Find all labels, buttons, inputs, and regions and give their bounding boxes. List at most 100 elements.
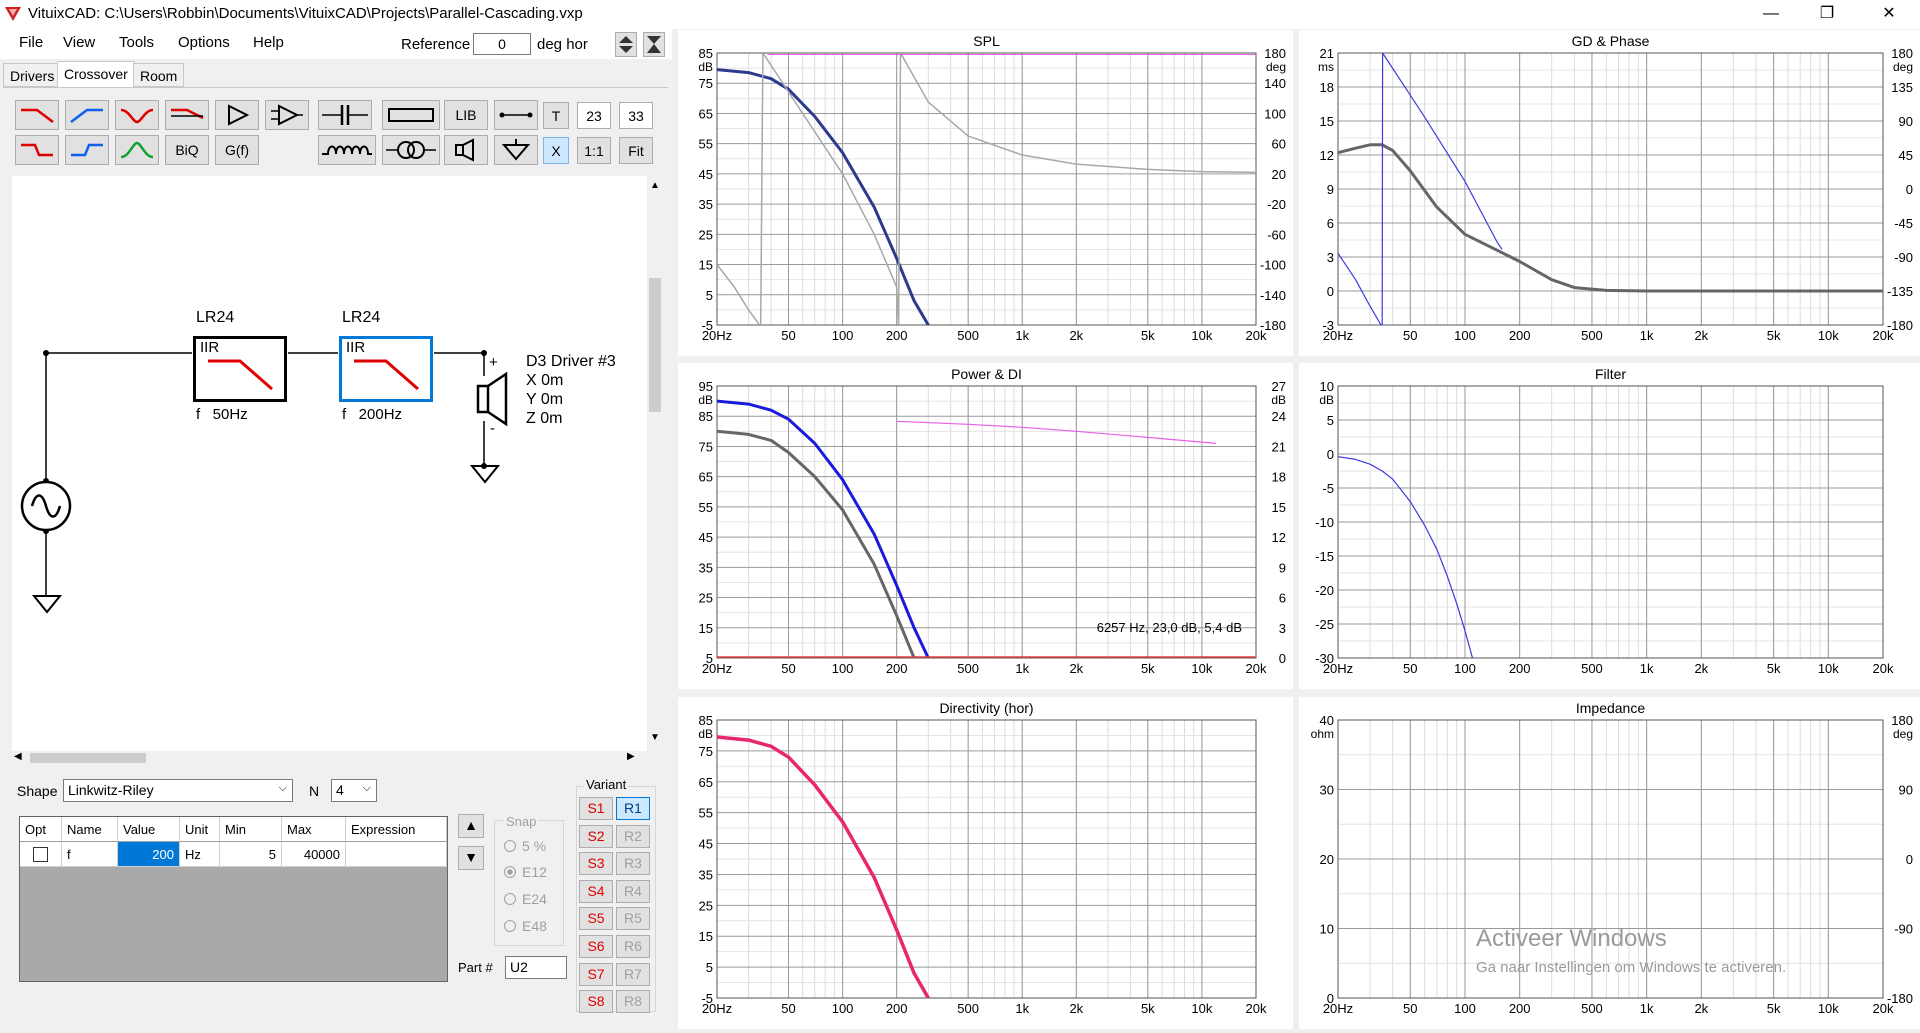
- schematic-canvas[interactable]: LR24 IIR f 50Hz LR24 IIR f 200Hz + - D3 …: [12, 176, 647, 751]
- schematic-vertical-scrollbar[interactable]: ▲ ▼: [647, 176, 663, 751]
- expression-cell[interactable]: [346, 842, 447, 867]
- bandpass-button[interactable]: [115, 135, 159, 165]
- filter-block-2[interactable]: IIR: [339, 336, 433, 402]
- zoom-fit-button[interactable]: Fit: [619, 137, 653, 164]
- variant-r1-button[interactable]: R1: [616, 797, 650, 820]
- cursor-readout: 6257 Hz, 23,0 dB, 5,4 dB: [1097, 620, 1242, 635]
- driver-speaker-icon[interactable]: [476, 372, 528, 426]
- part-input[interactable]: U2: [505, 956, 567, 979]
- tab-crossover[interactable]: Crossover: [57, 61, 135, 88]
- variant-s6-button[interactable]: S6: [579, 935, 613, 958]
- y-tick-label: 85: [699, 409, 713, 424]
- variant-r8-button[interactable]: R8: [616, 990, 650, 1014]
- scroll-left-icon[interactable]: ◀: [14, 751, 22, 762]
- lowpass-icon: [21, 108, 54, 123]
- y2-tick-label: -20: [1267, 197, 1286, 212]
- opamp-button[interactable]: [265, 100, 309, 130]
- lib-button[interactable]: LIB: [444, 100, 488, 130]
- menu-view[interactable]: View: [63, 34, 95, 51]
- notch-button[interactable]: [115, 100, 159, 130]
- variant-s7-button[interactable]: S7: [579, 962, 613, 986]
- transfer-function-button[interactable]: G(f): [215, 135, 259, 165]
- col-header-opt[interactable]: Opt: [20, 817, 62, 842]
- delete-x-button[interactable]: X: [543, 137, 569, 164]
- horizontal-scroll-thumb[interactable]: [30, 753, 146, 763]
- x-tick-label: 200: [1509, 661, 1531, 676]
- snap-e12[interactable]: E12: [504, 864, 547, 880]
- variant-r6-button[interactable]: R6: [616, 935, 650, 958]
- minimize-button[interactable]: —: [1748, 0, 1794, 29]
- buffer-button[interactable]: [215, 100, 259, 130]
- y-tick-label: -30: [1315, 651, 1334, 666]
- scroll-up-icon[interactable]: ▲: [650, 180, 660, 191]
- capacitor-button[interactable]: [318, 100, 372, 130]
- value-33-field[interactable]: 33: [619, 102, 653, 129]
- angle-reset-button[interactable]: [643, 32, 665, 57]
- shelf-button[interactable]: [165, 100, 209, 130]
- col-header-max[interactable]: Max: [282, 817, 346, 842]
- inductor-button[interactable]: [318, 135, 376, 165]
- tab-drivers[interactable]: Drivers: [3, 63, 62, 87]
- ground-button[interactable]: [494, 135, 538, 165]
- angle-step-button[interactable]: [615, 32, 637, 57]
- part-label: Part #: [458, 960, 493, 975]
- menu-file[interactable]: File: [19, 34, 43, 51]
- menu-help[interactable]: Help: [253, 34, 284, 51]
- shape-select[interactable]: Linkwitz-Riley ⌵: [63, 779, 293, 802]
- schematic-horizontal-scrollbar[interactable]: ◀ ▶: [12, 751, 647, 765]
- variant-s2-button[interactable]: S2: [579, 824, 613, 848]
- col-header-min[interactable]: Min: [220, 817, 282, 842]
- menu-tools[interactable]: Tools: [119, 34, 154, 51]
- wire-button[interactable]: [494, 100, 538, 130]
- variant-s8-button[interactable]: S8: [579, 990, 613, 1014]
- snap-e48[interactable]: E48: [504, 918, 547, 934]
- col-header-unit[interactable]: Unit: [180, 817, 220, 842]
- driver-button[interactable]: [444, 135, 488, 165]
- signal-source-icon[interactable]: [18, 476, 74, 536]
- variant-r5-button[interactable]: R5: [616, 907, 650, 931]
- highpass-button[interactable]: [65, 100, 109, 130]
- lowpass-button[interactable]: [15, 100, 59, 130]
- col-header-expression[interactable]: Expression: [346, 817, 447, 842]
- y-tick-label: 25: [699, 591, 713, 606]
- transformer-button[interactable]: [382, 135, 440, 165]
- col-header-value[interactable]: Value: [118, 817, 180, 842]
- order-select[interactable]: 4 ⌵: [331, 779, 377, 802]
- move-up-button[interactable]: ▲: [458, 814, 484, 838]
- variant-r2-button[interactable]: R2: [616, 824, 650, 848]
- scroll-right-icon[interactable]: ▶: [627, 751, 635, 762]
- max-cell[interactable]: 40000: [282, 842, 346, 867]
- vertical-scroll-thumb[interactable]: [649, 278, 661, 412]
- min-cell[interactable]: 5: [220, 842, 282, 867]
- value-cell[interactable]: 200: [118, 842, 180, 867]
- snap-e24[interactable]: E24: [504, 891, 547, 907]
- variant-s1-button[interactable]: S1: [579, 797, 613, 820]
- menu-options[interactable]: Options: [178, 34, 230, 51]
- variant-r4-button[interactable]: R4: [616, 879, 650, 903]
- scroll-down-icon[interactable]: ▼: [650, 732, 660, 743]
- variant-s5-button[interactable]: S5: [579, 907, 613, 931]
- value-23-field[interactable]: 23: [577, 102, 611, 129]
- reference-angle-input[interactable]: 0: [473, 33, 531, 55]
- filter-block-1[interactable]: IIR: [193, 336, 287, 402]
- y-tick-label: 15: [699, 621, 713, 636]
- resistor-button[interactable]: [382, 100, 440, 130]
- x-tick-label: 2k: [1694, 661, 1708, 676]
- variant-s3-button[interactable]: S3: [579, 852, 613, 876]
- tab-room[interactable]: Room: [133, 63, 185, 87]
- highpass2-button[interactable]: [65, 135, 109, 165]
- snap-5pct[interactable]: 5 %: [504, 838, 546, 854]
- zoom-1to1-button[interactable]: 1:1: [577, 137, 611, 164]
- close-button[interactable]: ✕: [1866, 0, 1912, 29]
- opt-checkbox[interactable]: [33, 847, 48, 862]
- text-button[interactable]: T: [543, 102, 569, 129]
- variant-r3-button[interactable]: R3: [616, 852, 650, 876]
- x-tick-label: 100: [832, 661, 854, 676]
- maximize-button[interactable]: ❐: [1804, 0, 1850, 29]
- biquad-button[interactable]: BiQ: [165, 135, 209, 165]
- lowpass2-button[interactable]: [15, 135, 59, 165]
- variant-s4-button[interactable]: S4: [579, 879, 613, 903]
- variant-r7-button[interactable]: R7: [616, 962, 650, 986]
- col-header-name[interactable]: Name: [62, 817, 118, 842]
- move-down-button[interactable]: ▼: [458, 846, 484, 870]
